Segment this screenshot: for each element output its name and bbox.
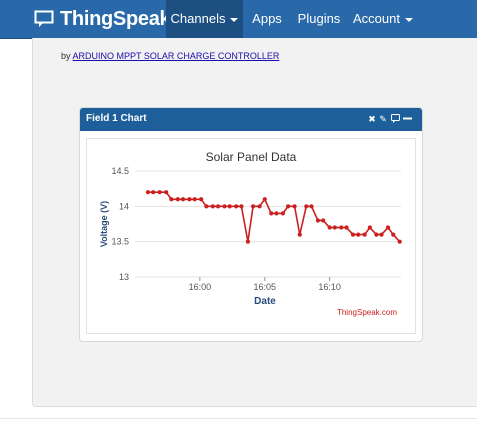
data-point bbox=[321, 218, 326, 223]
nav-apps-label: Apps bbox=[252, 11, 282, 26]
data-point bbox=[297, 232, 302, 237]
data-point bbox=[374, 232, 379, 237]
data-point bbox=[227, 204, 232, 209]
data-point bbox=[379, 232, 384, 237]
y-tick-label: 14.5 bbox=[111, 166, 129, 176]
data-point bbox=[164, 190, 169, 195]
nav-plugins-label: Plugins bbox=[297, 11, 341, 26]
data-point bbox=[292, 204, 297, 209]
data-point bbox=[344, 225, 349, 230]
data-point bbox=[187, 197, 192, 202]
x-tick-label: 16:10 bbox=[318, 282, 341, 292]
data-point bbox=[215, 204, 221, 209]
data-point bbox=[327, 225, 332, 230]
data-point bbox=[350, 232, 356, 237]
data-point bbox=[397, 239, 402, 244]
data-point bbox=[145, 190, 151, 195]
y-tick-label: 13 bbox=[119, 272, 129, 282]
channel-byline: by ARDUINO MPPT SOLAR CHARGE CONTROLLER bbox=[61, 51, 279, 61]
nav-apps[interactable]: Apps bbox=[245, 0, 289, 38]
widget-title: Field 1 Chart bbox=[86, 113, 147, 124]
data-point bbox=[304, 204, 309, 209]
voltage-line-chart: Solar Panel Data 14.5 14 13.5 13 16:00 16:05 16… bbox=[99, 150, 402, 317]
data-point bbox=[180, 197, 186, 202]
data-point bbox=[362, 232, 367, 237]
data-point bbox=[274, 211, 279, 216]
nav-channels[interactable]: Channels bbox=[166, 0, 243, 38]
data-point bbox=[339, 225, 344, 230]
chat-bubble-icon bbox=[34, 10, 54, 27]
data-point bbox=[204, 204, 209, 209]
data-point bbox=[239, 204, 244, 209]
x-tick-label: 16:05 bbox=[253, 282, 276, 292]
data-point bbox=[210, 204, 215, 209]
data-point bbox=[257, 204, 262, 209]
caret-down-icon bbox=[230, 17, 239, 22]
nav-plugins[interactable]: Plugins bbox=[291, 0, 347, 38]
data-point bbox=[192, 197, 197, 202]
comment-icon[interactable] bbox=[389, 112, 401, 126]
data-point bbox=[385, 225, 391, 230]
data-point bbox=[151, 190, 156, 195]
y-tick-label: 14 bbox=[119, 201, 129, 211]
data-point bbox=[367, 225, 372, 230]
minimize-icon[interactable] bbox=[401, 112, 413, 126]
chart-title: Solar Panel Data bbox=[206, 150, 297, 164]
data-point bbox=[222, 204, 227, 209]
data-point bbox=[250, 204, 256, 209]
edit-icon[interactable]: ✎ bbox=[377, 112, 389, 126]
data-point bbox=[315, 218, 321, 223]
x-tick-label: 16:00 bbox=[189, 282, 212, 292]
y-axis-label: Voltage (V) bbox=[99, 201, 109, 247]
widget-header: Field 1 Chart ✖ ✎ bbox=[80, 108, 422, 131]
data-point bbox=[269, 211, 274, 216]
chart-area: Solar Panel Data 14.5 14 13.5 13 16:00 16:05 16… bbox=[86, 138, 416, 334]
data-point bbox=[286, 204, 291, 209]
nav-channels-label: Channels bbox=[170, 11, 226, 26]
data-point bbox=[175, 197, 180, 202]
top-navbar: ThingSpeak Channels Apps Plugins Account bbox=[0, 0, 477, 39]
y-tick-label: 13.5 bbox=[111, 237, 129, 247]
data-point bbox=[332, 225, 337, 230]
channel-author-link[interactable]: ARDUINO MPPT SOLAR CHARGE CONTROLLER bbox=[73, 51, 280, 61]
caret-down-icon bbox=[404, 17, 413, 22]
data-point bbox=[245, 239, 250, 244]
data-point bbox=[280, 211, 286, 216]
nav-account-label: Account bbox=[353, 11, 400, 26]
data-point bbox=[199, 197, 204, 202]
data-point bbox=[262, 197, 267, 202]
data-point bbox=[169, 197, 174, 202]
data-point bbox=[157, 190, 162, 195]
byline-prefix: by bbox=[61, 51, 71, 61]
brand-logo[interactable]: ThingSpeak bbox=[34, 7, 171, 30]
channel-content: by ARDUINO MPPT SOLAR CHARGE CONTROLLER … bbox=[32, 38, 477, 407]
data-point bbox=[309, 204, 314, 209]
field-1-chart-widget: Field 1 Chart ✖ ✎ Solar Panel Data 14.5 14… bbox=[79, 107, 423, 342]
thingspeak-credit: ThingSpeak.com bbox=[337, 308, 397, 317]
data-point bbox=[234, 204, 239, 209]
data-point bbox=[356, 232, 361, 237]
page-divider bbox=[0, 418, 477, 419]
series-line bbox=[147, 191, 401, 243]
brand-name: ThingSpeak bbox=[60, 7, 171, 30]
x-axis-label: Date bbox=[254, 296, 276, 307]
data-point bbox=[391, 232, 396, 237]
nav-account[interactable]: Account bbox=[350, 0, 416, 38]
